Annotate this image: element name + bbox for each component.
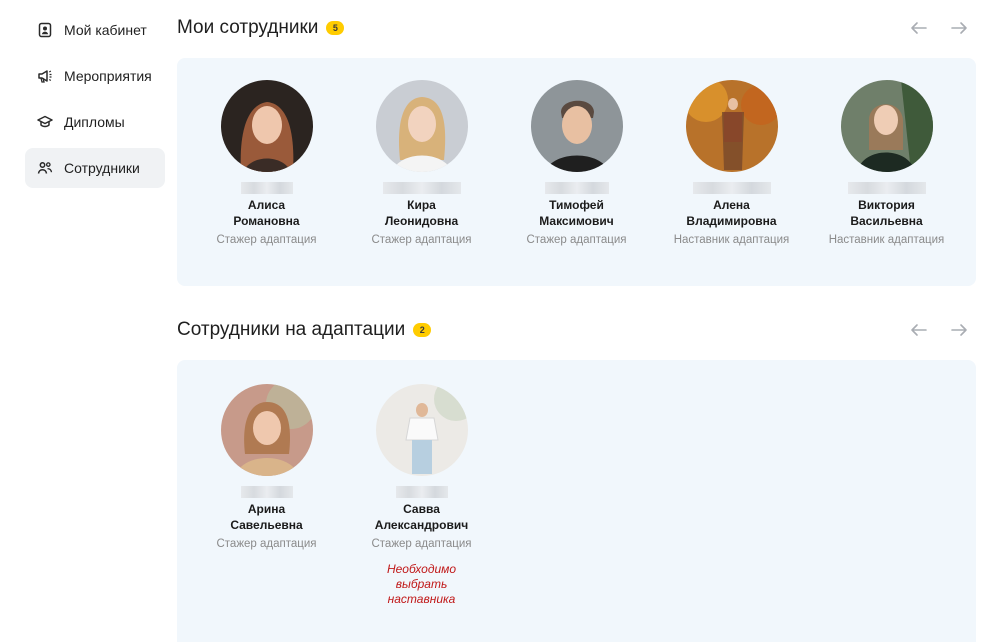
arrow-right-icon — [951, 324, 967, 336]
avatar — [220, 384, 313, 476]
blurred-surname — [240, 486, 293, 498]
sidebar-item-events[interactable]: Мероприятия — [25, 56, 165, 96]
employee-card[interactable]: Кира Леонидовна Стажер адаптация — [344, 80, 499, 246]
count-badge: 5 — [326, 21, 345, 35]
avatar — [530, 80, 623, 172]
sidebar-item-label: Сотрудники — [64, 160, 140, 176]
prev-arrow-button[interactable] — [907, 318, 931, 342]
next-arrow-button[interactable] — [947, 16, 971, 40]
avatar — [685, 80, 778, 172]
employee-name-second: Александрович — [374, 518, 469, 532]
employee-name-second: Савельевна — [230, 518, 303, 532]
my-employees-panel: Алиса Романовна Стажер адаптация Кира Ле… — [177, 58, 976, 286]
employee-card[interactable]: Тимофей Максимович Стажер адаптация — [499, 80, 654, 246]
employee-name-first: Арина — [247, 502, 286, 516]
employee-role: Наставник адаптация — [673, 234, 790, 246]
employee-name-first: Савва — [403, 502, 440, 516]
employee-role: Стажер адаптация — [371, 538, 472, 550]
employee-name-second: Владимировна — [686, 214, 777, 228]
carousel-controls — [907, 16, 971, 40]
employee-role: Стажер адаптация — [216, 234, 317, 246]
arrow-right-icon — [951, 22, 967, 34]
employee-name-first: Тимофей — [549, 198, 604, 212]
next-arrow-button[interactable] — [947, 318, 971, 342]
employee-name-first: Кира — [407, 198, 436, 212]
sidebar-item-label: Мероприятия — [64, 68, 152, 84]
graduation-cap-icon — [37, 114, 53, 130]
employee-name-second: Васильевна — [850, 214, 923, 228]
employee-card[interactable]: Алиса Романовна Стажер адаптация — [189, 80, 344, 246]
adaptation-employees-panel: Арина Савельевна Стажер адаптация Савва … — [177, 360, 976, 642]
people-icon — [37, 160, 53, 176]
sidebar-item-diplomas[interactable]: Дипломы — [25, 102, 165, 142]
blurred-surname — [395, 486, 448, 498]
carousel-controls — [907, 318, 971, 342]
sidebar-item-label: Мой кабинет — [64, 22, 147, 38]
employee-role: Стажер адаптация — [526, 234, 627, 246]
employee-name-first: Алена — [713, 198, 750, 212]
employee-card[interactable]: Савва Александрович Стажер адаптация Нео… — [344, 384, 499, 607]
employee-name-second: Максимович — [539, 214, 614, 228]
megaphone-icon — [37, 68, 53, 84]
employee-card[interactable]: Виктория Васильевна Наставник адаптация — [809, 80, 964, 246]
section-title: Сотрудники на адаптации — [177, 319, 406, 340]
blurred-surname — [240, 182, 293, 194]
section-header-my-employees: Мои сотрудники 5 — [177, 14, 977, 42]
sidebar-item-label: Дипломы — [64, 114, 125, 130]
employee-card[interactable]: Алена Владимировна Наставник адаптация — [654, 80, 809, 246]
section-header-adaptation: Сотрудники на адаптации 2 — [177, 316, 977, 344]
profile-card-icon — [37, 22, 53, 38]
employee-list: Алиса Романовна Стажер адаптация Кира Ле… — [189, 80, 964, 246]
sidebar: Мой кабинет Мероприятия Дипломы Сотрудни… — [25, 10, 165, 194]
blurred-surname — [692, 182, 771, 194]
employee-role: Наставник адаптация — [828, 234, 945, 246]
avatar — [840, 80, 933, 172]
employee-name-first: Виктория — [858, 198, 915, 212]
employee-name-second: Романовна — [233, 214, 300, 228]
prev-arrow-button[interactable] — [907, 16, 931, 40]
section-title: Мои сотрудники — [177, 17, 319, 38]
mentor-required-warning: Необходимо выбрать наставника — [386, 562, 457, 606]
blurred-surname — [847, 182, 926, 194]
blurred-surname — [544, 182, 609, 194]
employee-role: Стажер адаптация — [371, 234, 472, 246]
arrow-left-icon — [911, 324, 927, 336]
avatar — [375, 384, 468, 476]
employee-list: Арина Савельевна Стажер адаптация Савва … — [189, 384, 499, 607]
avatar — [375, 80, 468, 172]
arrow-left-icon — [911, 22, 927, 34]
blurred-surname — [382, 182, 461, 194]
employee-name-second: Леонидовна — [384, 214, 459, 228]
employee-role: Стажер адаптация — [216, 538, 317, 550]
sidebar-item-my-cabinet[interactable]: Мой кабинет — [25, 10, 165, 50]
sidebar-item-employees[interactable]: Сотрудники — [25, 148, 165, 188]
employee-card[interactable]: Арина Савельевна Стажер адаптация — [189, 384, 344, 607]
employee-name-first: Алиса — [247, 198, 286, 212]
count-badge: 2 — [413, 323, 432, 337]
avatar — [220, 80, 313, 172]
